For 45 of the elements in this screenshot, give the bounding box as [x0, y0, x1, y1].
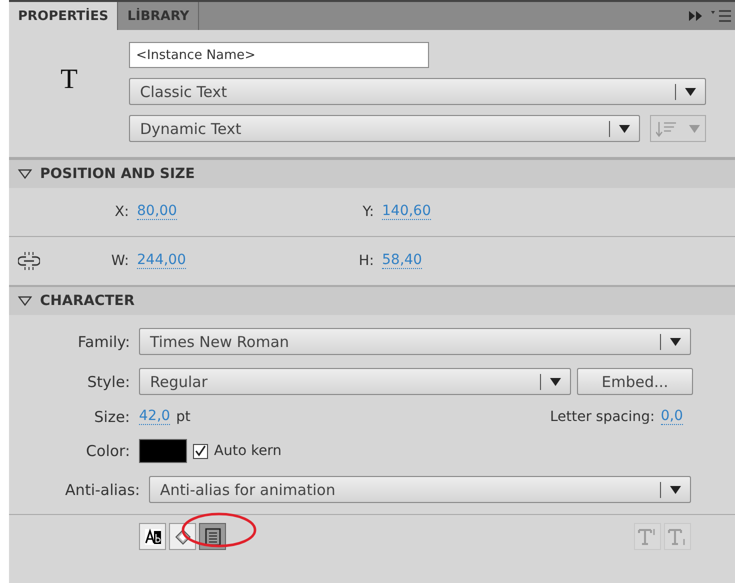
font-family-dropdown[interactable]: Times New Roman: [139, 328, 691, 355]
text-type-dropdown[interactable]: Dynamic Text: [129, 115, 640, 142]
caret-icon: [688, 124, 700, 132]
caret-icon: [670, 486, 681, 494]
field-label: W:: [110, 253, 129, 269]
unit-label: pt: [176, 409, 191, 425]
text-engine-dropdown[interactable]: Classic Text: [129, 78, 706, 105]
collapse-icon[interactable]: [689, 11, 703, 21]
expand-arrow-icon[interactable]: [18, 169, 32, 179]
field-label: Size:: [93, 408, 130, 426]
caret-icon: [550, 378, 561, 386]
embed-button[interactable]: Embed...: [577, 368, 693, 395]
field-label: Style:: [86, 372, 130, 390]
panel-menu-icon[interactable]: [711, 10, 731, 22]
checkbox[interactable]: [193, 444, 208, 458]
panel-tab[interactable]: PROPERTİES: [9, 2, 118, 30]
text-option-toggle[interactable]: [139, 523, 166, 550]
checkbox-label: Auto kern: [214, 443, 282, 459]
text-option-toggle[interactable]: [169, 523, 196, 550]
color-swatch[interactable]: [139, 439, 187, 463]
field-label: H:: [358, 253, 374, 269]
superscript-icon: [638, 528, 658, 546]
expand-arrow-icon[interactable]: [18, 296, 32, 306]
selectable-text-icon: [144, 528, 162, 546]
caret-icon: [670, 338, 681, 346]
anti-alias-dropdown[interactable]: Anti-alias for animation: [149, 476, 691, 503]
section-title: CHARACTER: [40, 293, 135, 309]
chain-link-icon[interactable]: [18, 251, 40, 271]
text-border-icon: [204, 528, 222, 546]
field-label: Family:: [76, 332, 130, 350]
field-label: Y:: [362, 204, 374, 220]
field-label: Color:: [85, 442, 130, 460]
text-tool-icon: T: [9, 42, 129, 147]
text-option-toggle[interactable]: [199, 523, 226, 550]
field-label: Anti-alias:: [64, 480, 140, 498]
line-type-icon: [656, 120, 678, 136]
subscript-icon: [668, 528, 688, 546]
field-label: X:: [114, 204, 129, 220]
caret-icon: [685, 88, 696, 96]
field-label: Letter spacing:: [550, 409, 655, 425]
font-style-dropdown[interactable]: Regular: [139, 368, 571, 395]
section-title: POSITION AND SIZE: [40, 166, 195, 182]
caret-icon: [619, 124, 630, 132]
html-diamond-icon: [174, 528, 192, 546]
instance-name-field[interactable]: <Instance Name>: [129, 42, 429, 68]
